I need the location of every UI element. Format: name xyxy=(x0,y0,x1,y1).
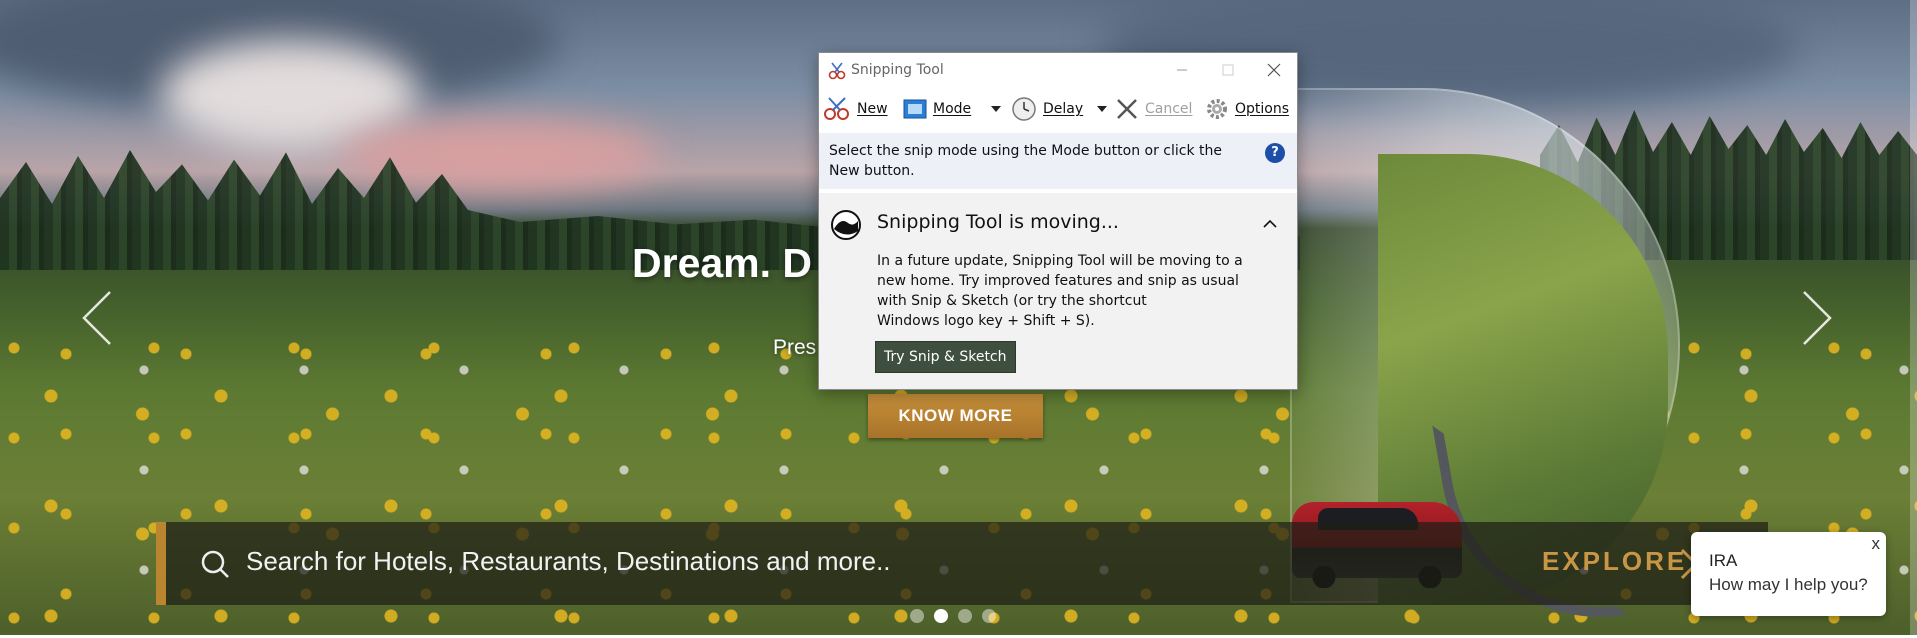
mode-button[interactable]: Mode xyxy=(903,91,971,127)
clock-icon xyxy=(1012,97,1036,121)
carousel-dot-active[interactable] xyxy=(934,609,948,623)
cancel-button: Cancel xyxy=(1115,91,1192,127)
snip-sketch-icon xyxy=(831,210,861,240)
carousel-dot[interactable] xyxy=(910,609,924,623)
chat-close-button[interactable]: x xyxy=(1872,534,1881,554)
scissors-icon xyxy=(824,97,849,120)
close-button[interactable] xyxy=(1251,53,1297,87)
chat-message: How may I help you? xyxy=(1709,575,1868,594)
delay-button[interactable]: Delay xyxy=(1011,91,1083,127)
mode-dropdown[interactable] xyxy=(989,103,1003,115)
carousel-next-button[interactable] xyxy=(1796,288,1836,348)
delay-label: Delay xyxy=(1043,101,1084,117)
carousel-dot[interactable] xyxy=(982,609,996,623)
maximize-button[interactable] xyxy=(1205,53,1251,87)
toolbar: New Mode Delay Cancel Options xyxy=(819,91,1297,127)
chat-title: IRA xyxy=(1709,551,1738,570)
new-snip-button[interactable]: New xyxy=(823,91,888,127)
notice-line: In a future update, Snipping Tool will b… xyxy=(877,253,1243,269)
delay-dropdown[interactable] xyxy=(1095,103,1109,115)
notice-panel: Snipping Tool is moving... In a future u… xyxy=(819,193,1297,389)
notice-body: In a future update, Snipping Tool will b… xyxy=(877,251,1257,331)
chevron-left-icon xyxy=(82,291,111,345)
scrollbar[interactable] xyxy=(1910,0,1917,635)
hero-title: Dream. D xyxy=(632,240,813,286)
snipping-tool-window: Snipping Tool New Mode Delay Cancel Opti… xyxy=(818,52,1298,390)
carousel-prev-button[interactable] xyxy=(78,288,118,348)
gear-icon xyxy=(1207,99,1227,119)
chevron-right-icon xyxy=(1803,291,1832,345)
mode-label: Mode xyxy=(933,101,972,117)
instruction-area: Select the snip mode using the Mode butt… xyxy=(819,133,1297,189)
window-title: Snipping Tool xyxy=(851,62,944,78)
rectangle-snip-icon xyxy=(903,99,927,119)
hero-subtitle: Pres xyxy=(773,336,817,359)
carousel-dots xyxy=(910,609,996,623)
options-label: Options xyxy=(1235,101,1290,117)
help-button[interactable]: ? xyxy=(1265,143,1285,163)
collapse-button[interactable] xyxy=(1259,213,1281,235)
notice-heading: Snipping Tool is moving... xyxy=(877,211,1119,233)
cancel-label: Cancel xyxy=(1145,101,1193,117)
chevron-up-icon xyxy=(1263,219,1277,228)
notice-line: Windows logo key + Shift + S). xyxy=(877,313,1095,329)
close-icon xyxy=(1267,63,1281,77)
chat-widget[interactable]: x IRA How may I help you? xyxy=(1691,532,1886,616)
new-label: New xyxy=(857,101,888,117)
options-button[interactable]: Options xyxy=(1205,91,1289,127)
minimize-icon xyxy=(1177,69,1187,71)
explore-button[interactable]: EXPLORE xyxy=(1542,546,1687,577)
know-more-button[interactable]: KNOW MORE xyxy=(868,394,1043,438)
notice-line: with Snip & Sketch (or try the shortcut xyxy=(877,293,1147,309)
notice-line: new home. Try improved features and snip… xyxy=(877,273,1239,289)
search-bar[interactable]: Search for Hotels, Restaurants, Destinat… xyxy=(156,522,1768,605)
scissors-icon xyxy=(828,62,846,80)
triangle-down-icon xyxy=(991,106,1001,112)
instruction-text: Select the snip mode using the Mode butt… xyxy=(829,143,1223,179)
search-icon xyxy=(201,550,229,578)
triangle-down-icon xyxy=(1097,106,1107,112)
try-snip-sketch-button[interactable]: Try Snip & Sketch xyxy=(875,341,1016,373)
carousel-dot[interactable] xyxy=(958,609,972,623)
maximize-icon xyxy=(1222,64,1234,76)
window-titlebar[interactable]: Snipping Tool xyxy=(819,53,1297,87)
minimize-button[interactable] xyxy=(1159,53,1205,87)
x-icon xyxy=(1117,99,1137,119)
search-input[interactable]: Search for Hotels, Restaurants, Destinat… xyxy=(246,546,891,577)
